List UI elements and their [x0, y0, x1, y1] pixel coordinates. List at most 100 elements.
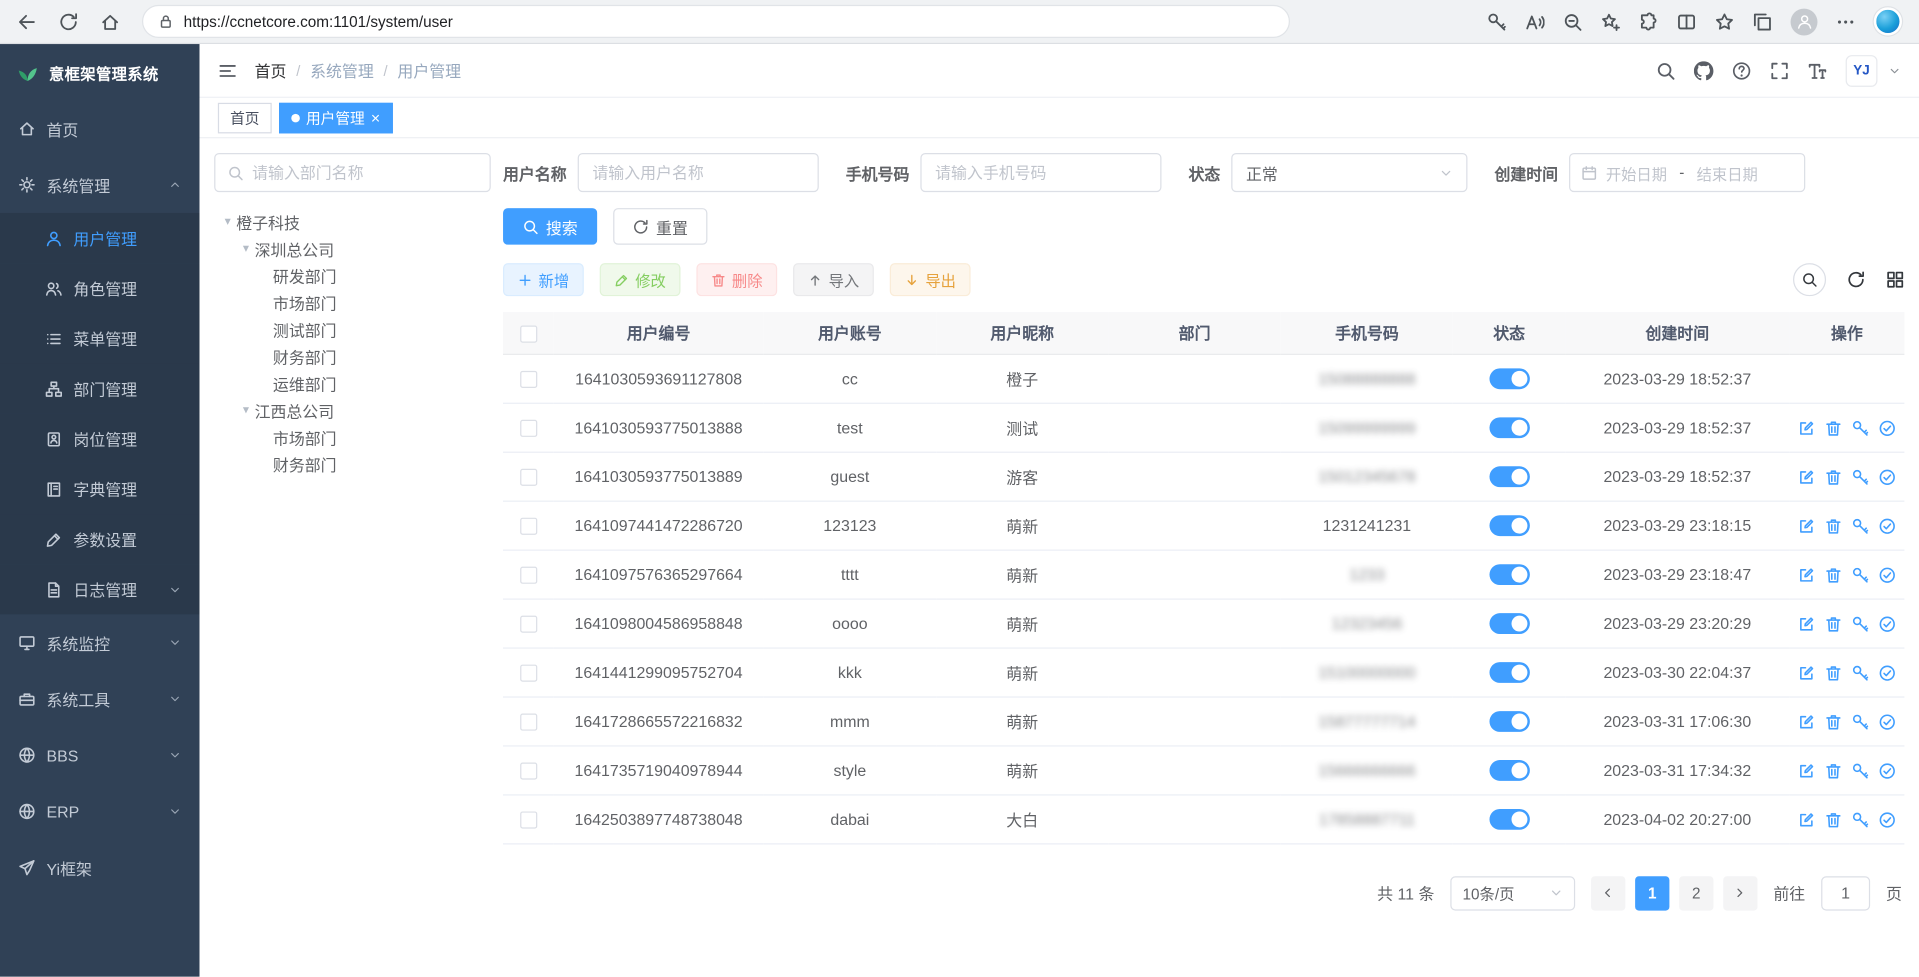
tree-node[interactable]: 财务部门 [214, 343, 491, 370]
page-button-1[interactable]: 1 [1635, 876, 1669, 910]
edit-icon[interactable] [1798, 615, 1815, 632]
assign-role-icon[interactable] [1879, 713, 1896, 730]
sidebar-item-menu[interactable]: 菜单管理 [0, 313, 199, 363]
edit-button[interactable]: 修改 [600, 263, 681, 296]
assign-role-icon[interactable] [1879, 664, 1896, 681]
browser-profile-avatar[interactable] [1791, 8, 1818, 35]
grid-button[interactable] [1886, 270, 1904, 288]
delete-icon[interactable] [1825, 811, 1842, 828]
reset-password-icon[interactable] [1852, 762, 1869, 779]
date-range-picker[interactable]: 开始日期 - 结束日期 [1569, 153, 1805, 192]
assign-role-icon[interactable] [1879, 615, 1896, 632]
assign-role-icon[interactable] [1879, 468, 1896, 485]
edit-icon[interactable] [1798, 762, 1815, 779]
assign-role-icon[interactable] [1879, 762, 1896, 779]
row-checkbox[interactable] [520, 664, 537, 681]
row-checkbox[interactable] [520, 615, 537, 632]
sidebar-item-bbs[interactable]: BBS [0, 727, 199, 783]
row-checkbox[interactable] [520, 468, 537, 485]
edit-icon[interactable] [1798, 811, 1815, 828]
status-toggle[interactable] [1489, 759, 1529, 780]
copilot-bing-icon[interactable] [1874, 7, 1902, 35]
sidebar-item-monitor[interactable]: 系统监控 [0, 614, 199, 670]
select-all-checkbox[interactable] [520, 325, 537, 342]
add-favorite-icon[interactable] [1601, 12, 1621, 32]
tree-node[interactable]: 测试部门 [214, 316, 491, 343]
edit-icon[interactable] [1798, 664, 1815, 681]
sidebar-item-post[interactable]: 岗位管理 [0, 414, 199, 464]
lock-icon[interactable] [158, 13, 174, 29]
edit-icon[interactable] [1798, 517, 1815, 534]
tab-home[interactable]: 首页 [218, 102, 272, 133]
row-checkbox[interactable] [520, 371, 537, 388]
collapse-sidebar-icon[interactable] [218, 61, 238, 81]
reset-password-icon[interactable] [1852, 664, 1869, 681]
prev-page-button[interactable] [1591, 876, 1625, 910]
next-page-button[interactable] [1723, 876, 1757, 910]
status-toggle[interactable] [1489, 711, 1529, 732]
tree-node[interactable]: 市场部门 [214, 289, 491, 316]
edit-icon[interactable] [1798, 566, 1815, 583]
tree-node[interactable]: ▾江西总公司 [214, 397, 491, 424]
sidebar-item-home[interactable]: 首页 [0, 100, 199, 156]
dept-search-input[interactable] [252, 163, 477, 181]
github-icon[interactable] [1694, 61, 1714, 81]
search-button[interactable]: 搜索 [503, 208, 597, 245]
sidebar-item-user[interactable]: 用户管理 [0, 213, 199, 263]
delete-button[interactable]: 删除 [696, 263, 777, 296]
sidebar-item-system[interactable]: 系统管理 [0, 157, 199, 213]
assign-role-icon[interactable] [1879, 811, 1896, 828]
breadcrumb-item[interactable]: 首页 [255, 59, 287, 82]
collections-icon[interactable] [1753, 12, 1773, 32]
status-toggle[interactable] [1489, 613, 1529, 634]
address-bar[interactable]: https://ccnetcore.com:1101/system/user [142, 5, 1290, 38]
status-select[interactable]: 正常 [1231, 153, 1467, 192]
sidebar-item-erp[interactable]: ERP [0, 783, 199, 839]
sidebar-item-dict[interactable]: 字典管理 [0, 464, 199, 514]
reset-password-icon[interactable] [1852, 713, 1869, 730]
reset-button[interactable]: 重置 [613, 208, 707, 245]
sidebar-item-yi[interactable]: Yi框架 [0, 840, 199, 896]
import-button[interactable]: 导入 [793, 263, 874, 296]
delete-icon[interactable] [1825, 420, 1842, 437]
sidebar-item-role[interactable]: 角色管理 [0, 263, 199, 313]
row-checkbox[interactable] [520, 762, 537, 779]
add-button[interactable]: 新增 [503, 263, 584, 296]
tree-node[interactable]: 市场部门 [214, 423, 491, 450]
tree-node[interactable]: ▾橙子科技 [214, 208, 491, 235]
sidebar-item-tools[interactable]: 系统工具 [0, 671, 199, 727]
row-checkbox[interactable] [520, 517, 537, 534]
reset-password-icon[interactable] [1852, 468, 1869, 485]
status-toggle[interactable] [1489, 662, 1529, 683]
status-toggle[interactable] [1489, 368, 1529, 389]
edit-icon[interactable] [1798, 713, 1815, 730]
delete-icon[interactable] [1825, 664, 1842, 681]
search-toggle-button[interactable] [1793, 263, 1826, 296]
row-checkbox[interactable] [520, 566, 537, 583]
delete-icon[interactable] [1825, 713, 1842, 730]
fullscreen-icon[interactable] [1770, 61, 1790, 81]
search-icon[interactable] [1656, 61, 1676, 81]
browser-home-icon[interactable] [100, 12, 120, 32]
status-toggle[interactable] [1489, 564, 1529, 585]
phone-input[interactable] [920, 153, 1161, 192]
reset-password-icon[interactable] [1852, 615, 1869, 632]
status-toggle[interactable] [1489, 417, 1529, 438]
split-screen-icon[interactable] [1677, 12, 1697, 32]
assign-role-icon[interactable] [1879, 566, 1896, 583]
breadcrumb-item[interactable]: 系统管理 [310, 59, 374, 82]
delete-icon[interactable] [1825, 615, 1842, 632]
app-logo[interactable]: 意框架管理系统 [0, 44, 199, 100]
browser-menu-icon[interactable] [1836, 12, 1856, 32]
status-toggle[interactable] [1489, 808, 1529, 829]
browser-back-icon[interactable] [17, 12, 37, 32]
refresh-button[interactable] [1847, 270, 1865, 288]
help-icon[interactable] [1732, 61, 1752, 81]
sidebar-item-param[interactable]: 参数设置 [0, 514, 199, 564]
delete-icon[interactable] [1825, 517, 1842, 534]
user-avatar[interactable]: YJ [1846, 54, 1878, 86]
status-toggle[interactable] [1489, 466, 1529, 487]
tree-node[interactable]: ▾深圳总公司 [214, 235, 491, 262]
goto-page-input[interactable] [1821, 876, 1870, 910]
reset-password-icon[interactable] [1852, 517, 1869, 534]
